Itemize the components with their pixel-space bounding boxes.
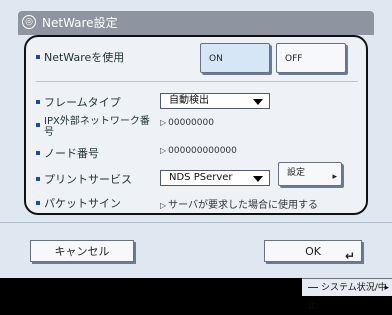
settings-panel: NetWareを使用 ON OFF フレームタイプ 自動検出 IPX外部ネットワ… — [24, 35, 368, 215]
arrow-icon: ▷ — [160, 118, 167, 127]
ok-button[interactable]: OK ↵ — [264, 240, 362, 263]
ipx-value-row: ▷ 00000000 — [160, 118, 214, 128]
print-service-value: NDS PServer — [169, 172, 233, 183]
cancel-label: キャンセル — [54, 245, 110, 258]
print-service-label: プリントサービス — [44, 173, 132, 186]
screen: ◎ NetWare設定 NetWareを使用 ON OFF フレームタイプ 自動… — [0, 0, 392, 278]
chevron-down-icon — [253, 176, 263, 182]
packet-sign-value-row: ▷ サーバが要求した場合に使用する — [160, 196, 318, 211]
bullet-icon — [36, 201, 40, 205]
bullet-icon — [36, 123, 40, 127]
cancel-button[interactable]: キャンセル — [30, 240, 134, 262]
node-value: 000000000000 — [168, 146, 237, 156]
node-value-row: ▷ 000000000000 — [160, 146, 237, 156]
frame-type-select[interactable]: 自動検出 — [160, 93, 270, 109]
arrow-right-icon: ▸ — [384, 283, 389, 293]
print-service-select[interactable]: NDS PServer — [160, 170, 270, 186]
chevron-down-icon — [253, 99, 263, 105]
window-titlebar: ◎ NetWare設定 — [18, 11, 374, 35]
off-button[interactable]: OFF — [276, 43, 346, 73]
divider — [36, 81, 358, 82]
enter-icon: ↵ — [344, 249, 355, 263]
ipx-label: IPX外部ネットワーク番号 — [44, 116, 150, 138]
frame-type-label: フレームタイプ — [44, 96, 121, 109]
packet-sign-label: パケットサイン — [44, 197, 121, 210]
frame-type-value: 自動検出 — [169, 95, 209, 106]
status-icon — [308, 287, 318, 288]
system-status-button[interactable]: システム状況/中止 ▸ — [302, 278, 392, 311]
arrow-icon: ▷ — [160, 146, 167, 155]
ok-label: OK — [305, 245, 321, 258]
setting-label: 設定 — [287, 168, 306, 178]
node-label: ノード番号 — [44, 147, 99, 160]
row-packet-sign: パケットサイン ▷ サーバが要求した場合に使用する — [26, 191, 366, 215]
packet-sign-value: サーバが要求した場合に使用する — [168, 200, 319, 211]
network-icon: ◎ — [22, 15, 36, 29]
arrow-right-icon: ▸ — [332, 172, 337, 182]
window-title: NetWare設定 — [42, 16, 118, 30]
bullet-icon — [36, 177, 40, 181]
bullet-icon — [36, 55, 40, 59]
bullet-icon — [36, 151, 40, 155]
netware-label: NetWareを使用 — [44, 51, 125, 64]
on-button[interactable]: ON — [200, 43, 270, 73]
arrow-icon: ▷ — [160, 201, 167, 210]
ipx-value: 00000000 — [168, 118, 214, 128]
bullet-icon — [36, 100, 40, 104]
row-ipx: IPX外部ネットワーク番号 ▷ 00000000 — [26, 116, 366, 144]
setting-button[interactable]: 設定 ▸ — [278, 162, 342, 186]
divider — [0, 222, 392, 223]
status-label: システム状況/中止 — [308, 283, 387, 311]
